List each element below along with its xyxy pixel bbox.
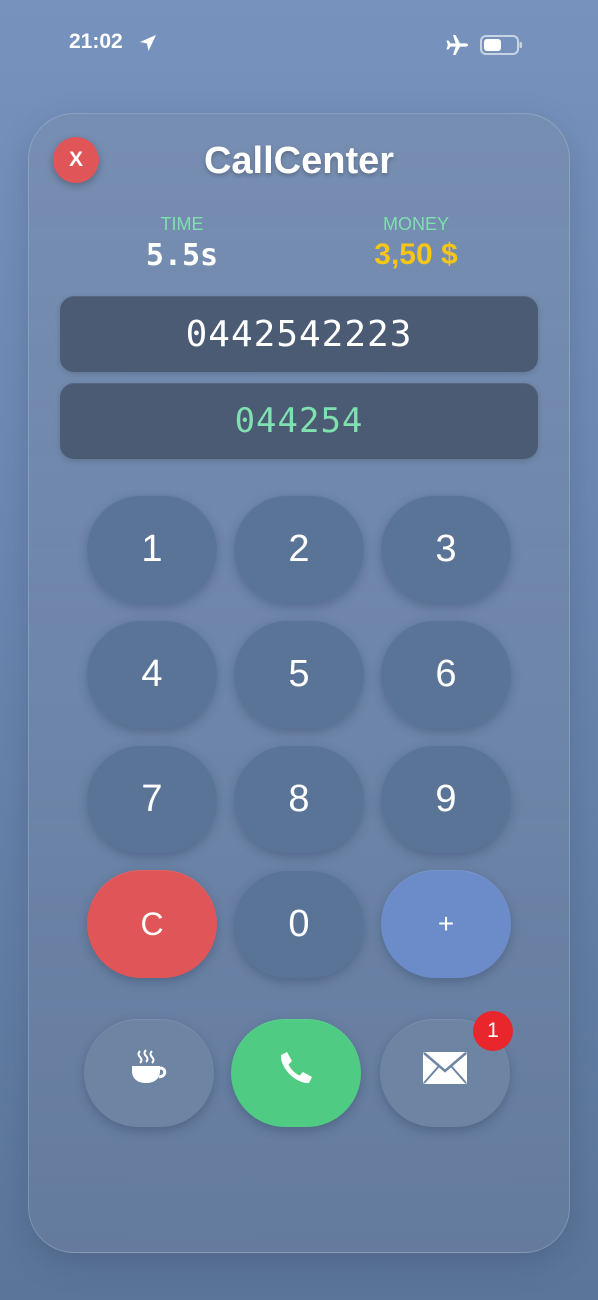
mail-count-badge: 1 bbox=[473, 1011, 513, 1051]
app-title: CallCenter bbox=[203, 140, 395, 182]
key-7[interactable]: 7 bbox=[87, 745, 217, 853]
time-label: TIME bbox=[160, 214, 204, 234]
battery-icon bbox=[480, 35, 524, 59]
status-bar: 21:02 bbox=[0, 0, 598, 90]
money-value: 3,50 $ bbox=[374, 238, 458, 271]
key-9[interactable]: 9 bbox=[381, 745, 511, 853]
location-arrow-icon bbox=[139, 34, 157, 56]
key-5[interactable]: 5 bbox=[234, 620, 364, 728]
key-8[interactable]: 8 bbox=[234, 745, 364, 853]
coffee-button[interactable] bbox=[84, 1019, 214, 1127]
money-label: MONEY bbox=[382, 214, 449, 234]
envelope-icon bbox=[422, 1051, 468, 1095]
call-button[interactable] bbox=[231, 1019, 361, 1127]
key-0[interactable]: 0 bbox=[234, 870, 364, 978]
coffee-cup-icon bbox=[128, 1049, 170, 1097]
clear-button[interactable]: C bbox=[87, 870, 217, 978]
typed-number-display: 044254 bbox=[60, 383, 538, 459]
status-time: 21:02 bbox=[69, 30, 123, 53]
phone-icon bbox=[276, 1048, 316, 1098]
airplane-mode-icon bbox=[444, 32, 470, 62]
key-1[interactable]: 1 bbox=[87, 495, 217, 603]
time-value: 5.5s bbox=[145, 238, 219, 273]
target-number-display: 0442542223 bbox=[60, 296, 538, 372]
key-2[interactable]: 2 bbox=[234, 495, 364, 603]
key-4[interactable]: 4 bbox=[87, 620, 217, 728]
key-6[interactable]: 6 bbox=[381, 620, 511, 728]
key-3[interactable]: 3 bbox=[381, 495, 511, 603]
plus-button[interactable]: + bbox=[381, 870, 511, 978]
